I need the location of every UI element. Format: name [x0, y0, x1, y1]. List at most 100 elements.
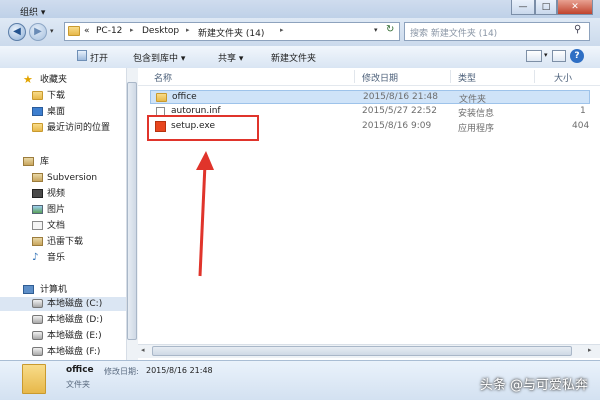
sidebar-item-drive-e[interactable]: 本地磁盘 (E:) — [0, 329, 126, 343]
sidebar-item-documents[interactable]: 文档 — [0, 219, 126, 233]
sidebar-item-drive-d[interactable]: 本地磁盘 (D:) — [0, 313, 126, 327]
subversion-library-icon — [32, 173, 43, 182]
file-row-office[interactable]: office 2015/8/16 21:48 文件夹 — [150, 90, 590, 105]
music-note-icon: ♪ — [32, 252, 39, 263]
watermark: 头条 @与可爱私奔 — [479, 378, 588, 393]
library-icon — [23, 157, 34, 166]
forward-button[interactable]: ▶ — [29, 23, 47, 41]
address-dropdown-icon[interactable]: ▾ — [374, 26, 378, 34]
sidebar-item-subversion[interactable]: Subversion — [0, 171, 126, 185]
arrow-shaft — [198, 163, 207, 277]
sidebar-item-label: 文档 — [47, 221, 66, 231]
column-divider[interactable] — [450, 70, 451, 83]
folder-large-icon — [22, 364, 46, 394]
view-options-icon[interactable] — [526, 50, 542, 62]
sidebar-item-label: 下载 — [47, 91, 66, 101]
include-in-library-button[interactable]: 包含到库中 ▾ — [133, 51, 185, 64]
sidebar-item-label: 本地磁盘 (D:) — [47, 315, 103, 325]
refresh-icon[interactable]: ↻ — [386, 24, 394, 35]
organize-button[interactable]: 组织 ▾ — [20, 5, 45, 18]
horizontal-scroll-thumb[interactable] — [152, 346, 572, 356]
sidebar-libraries[interactable]: 库 — [0, 155, 126, 169]
drive-icon — [32, 331, 43, 340]
chevron-right-icon[interactable]: ▸ — [130, 26, 134, 34]
search-icon[interactable]: ⚲ — [574, 24, 581, 35]
drive-icon — [32, 315, 43, 324]
column-header-type[interactable]: 类型 — [458, 71, 476, 84]
navigation-scroll-thumb[interactable] — [127, 82, 137, 340]
sidebar-item-music[interactable]: ♪ 音乐 — [0, 251, 126, 265]
sidebar-item-drive-c[interactable]: 本地磁盘 (C:) — [0, 297, 126, 311]
scroll-left-icon[interactable]: ◂ — [141, 346, 145, 354]
close-button[interactable]: ✕ — [557, 0, 593, 15]
help-icon[interactable]: ? — [570, 49, 584, 63]
maximize-button[interactable]: □ — [535, 0, 557, 15]
sidebar-item-recent-places[interactable]: 最近访问的位置 — [0, 121, 126, 135]
file-type: 应用程序 — [458, 124, 495, 134]
chevron-right-icon[interactable]: ▸ — [280, 26, 284, 34]
sidebar-computer[interactable]: 计算机 — [0, 283, 126, 297]
sidebar-section-label: 库 — [40, 157, 50, 167]
search-input[interactable]: 搜索 新建文件夹 (14) — [410, 26, 497, 39]
file-date: 2015/5/27 22:52 — [362, 106, 437, 116]
view-dropdown-icon[interactable]: ▾ — [544, 51, 548, 59]
column-header-date[interactable]: 修改日期 — [362, 71, 398, 84]
file-date: 2015/8/16 9:09 — [362, 121, 432, 131]
details-date: 2015/8/16 21:48 — [146, 366, 213, 375]
download-folder-icon — [32, 91, 43, 100]
scroll-right-icon[interactable]: ▸ — [588, 346, 592, 354]
column-header-size[interactable]: 大小 — [554, 71, 572, 84]
share-button[interactable]: 共享 ▾ — [218, 51, 243, 64]
back-button[interactable]: ◀ — [8, 23, 26, 41]
sidebar-item-videos[interactable]: 视频 — [0, 187, 126, 201]
sidebar-item-desktop[interactable]: 桌面 — [0, 105, 126, 119]
drive-icon — [32, 299, 43, 308]
breadcrumb-overflow[interactable]: « — [84, 26, 90, 36]
file-type: 安装信息 — [458, 109, 495, 119]
picture-library-icon — [32, 205, 43, 214]
file-name: office — [172, 92, 197, 102]
preview-pane-icon[interactable] — [552, 50, 566, 62]
sidebar-item-pictures[interactable]: 图片 — [0, 203, 126, 217]
file-size: 404 — [572, 121, 590, 131]
open-button[interactable]: 打开 — [90, 51, 108, 64]
sidebar-item-downloads[interactable]: 下载 — [0, 89, 126, 103]
sidebar-item-drive-f[interactable]: 本地磁盘 (F:) — [0, 345, 126, 359]
sidebar-item-label: 迅雷下载 — [47, 237, 84, 247]
column-header-name[interactable]: 名称 — [154, 71, 172, 84]
open-app-icon — [77, 50, 87, 61]
breadcrumb-pc[interactable]: PC-12 — [96, 26, 122, 36]
breadcrumb-folder[interactable]: 新建文件夹 (14) — [198, 26, 264, 39]
column-divider[interactable] — [354, 70, 355, 83]
folder-icon — [68, 26, 80, 36]
sidebar-item-label: 本地磁盘 (C:) — [47, 299, 103, 309]
forward-arrow-icon: ▶ — [34, 26, 42, 37]
sidebar-item-label: 音乐 — [47, 253, 66, 263]
arrow-head — [196, 151, 214, 170]
computer-icon — [23, 285, 34, 294]
details-date-label: 修改日期: — [104, 367, 139, 376]
column-divider[interactable] — [534, 70, 535, 83]
sidebar-item-thunder-downloads[interactable]: 迅雷下载 — [0, 235, 126, 249]
sidebar-item-label: 本地磁盘 (F:) — [47, 347, 101, 357]
title-bar — [0, 0, 600, 18]
chevron-right-icon[interactable]: ▸ — [186, 26, 190, 34]
sidebar-item-label: 桌面 — [47, 107, 66, 117]
details-type: 文件夹 — [66, 380, 90, 389]
video-library-icon — [32, 189, 43, 198]
sidebar-item-label: 最近访问的位置 — [47, 123, 111, 133]
back-arrow-icon: ◀ — [13, 26, 21, 37]
sidebar-item-label: 图片 — [47, 205, 66, 215]
sidebar-favorites[interactable]: ★ 收藏夹 — [0, 73, 126, 87]
minimize-button[interactable]: — — [511, 0, 535, 15]
annotation-arrow — [196, 151, 214, 277]
sidebar-section-label: 收藏夹 — [40, 75, 68, 85]
file-date: 2015/8/16 21:48 — [363, 92, 438, 102]
new-folder-button[interactable]: 新建文件夹 — [271, 51, 316, 64]
highlight-box — [147, 115, 259, 141]
recent-pages-dropdown[interactable]: ▾ — [50, 27, 54, 35]
sidebar-section-label: 计算机 — [40, 285, 68, 295]
file-type: 文件夹 — [459, 95, 487, 105]
star-icon: ★ — [23, 73, 33, 86]
breadcrumb-desktop[interactable]: Desktop — [142, 26, 179, 36]
